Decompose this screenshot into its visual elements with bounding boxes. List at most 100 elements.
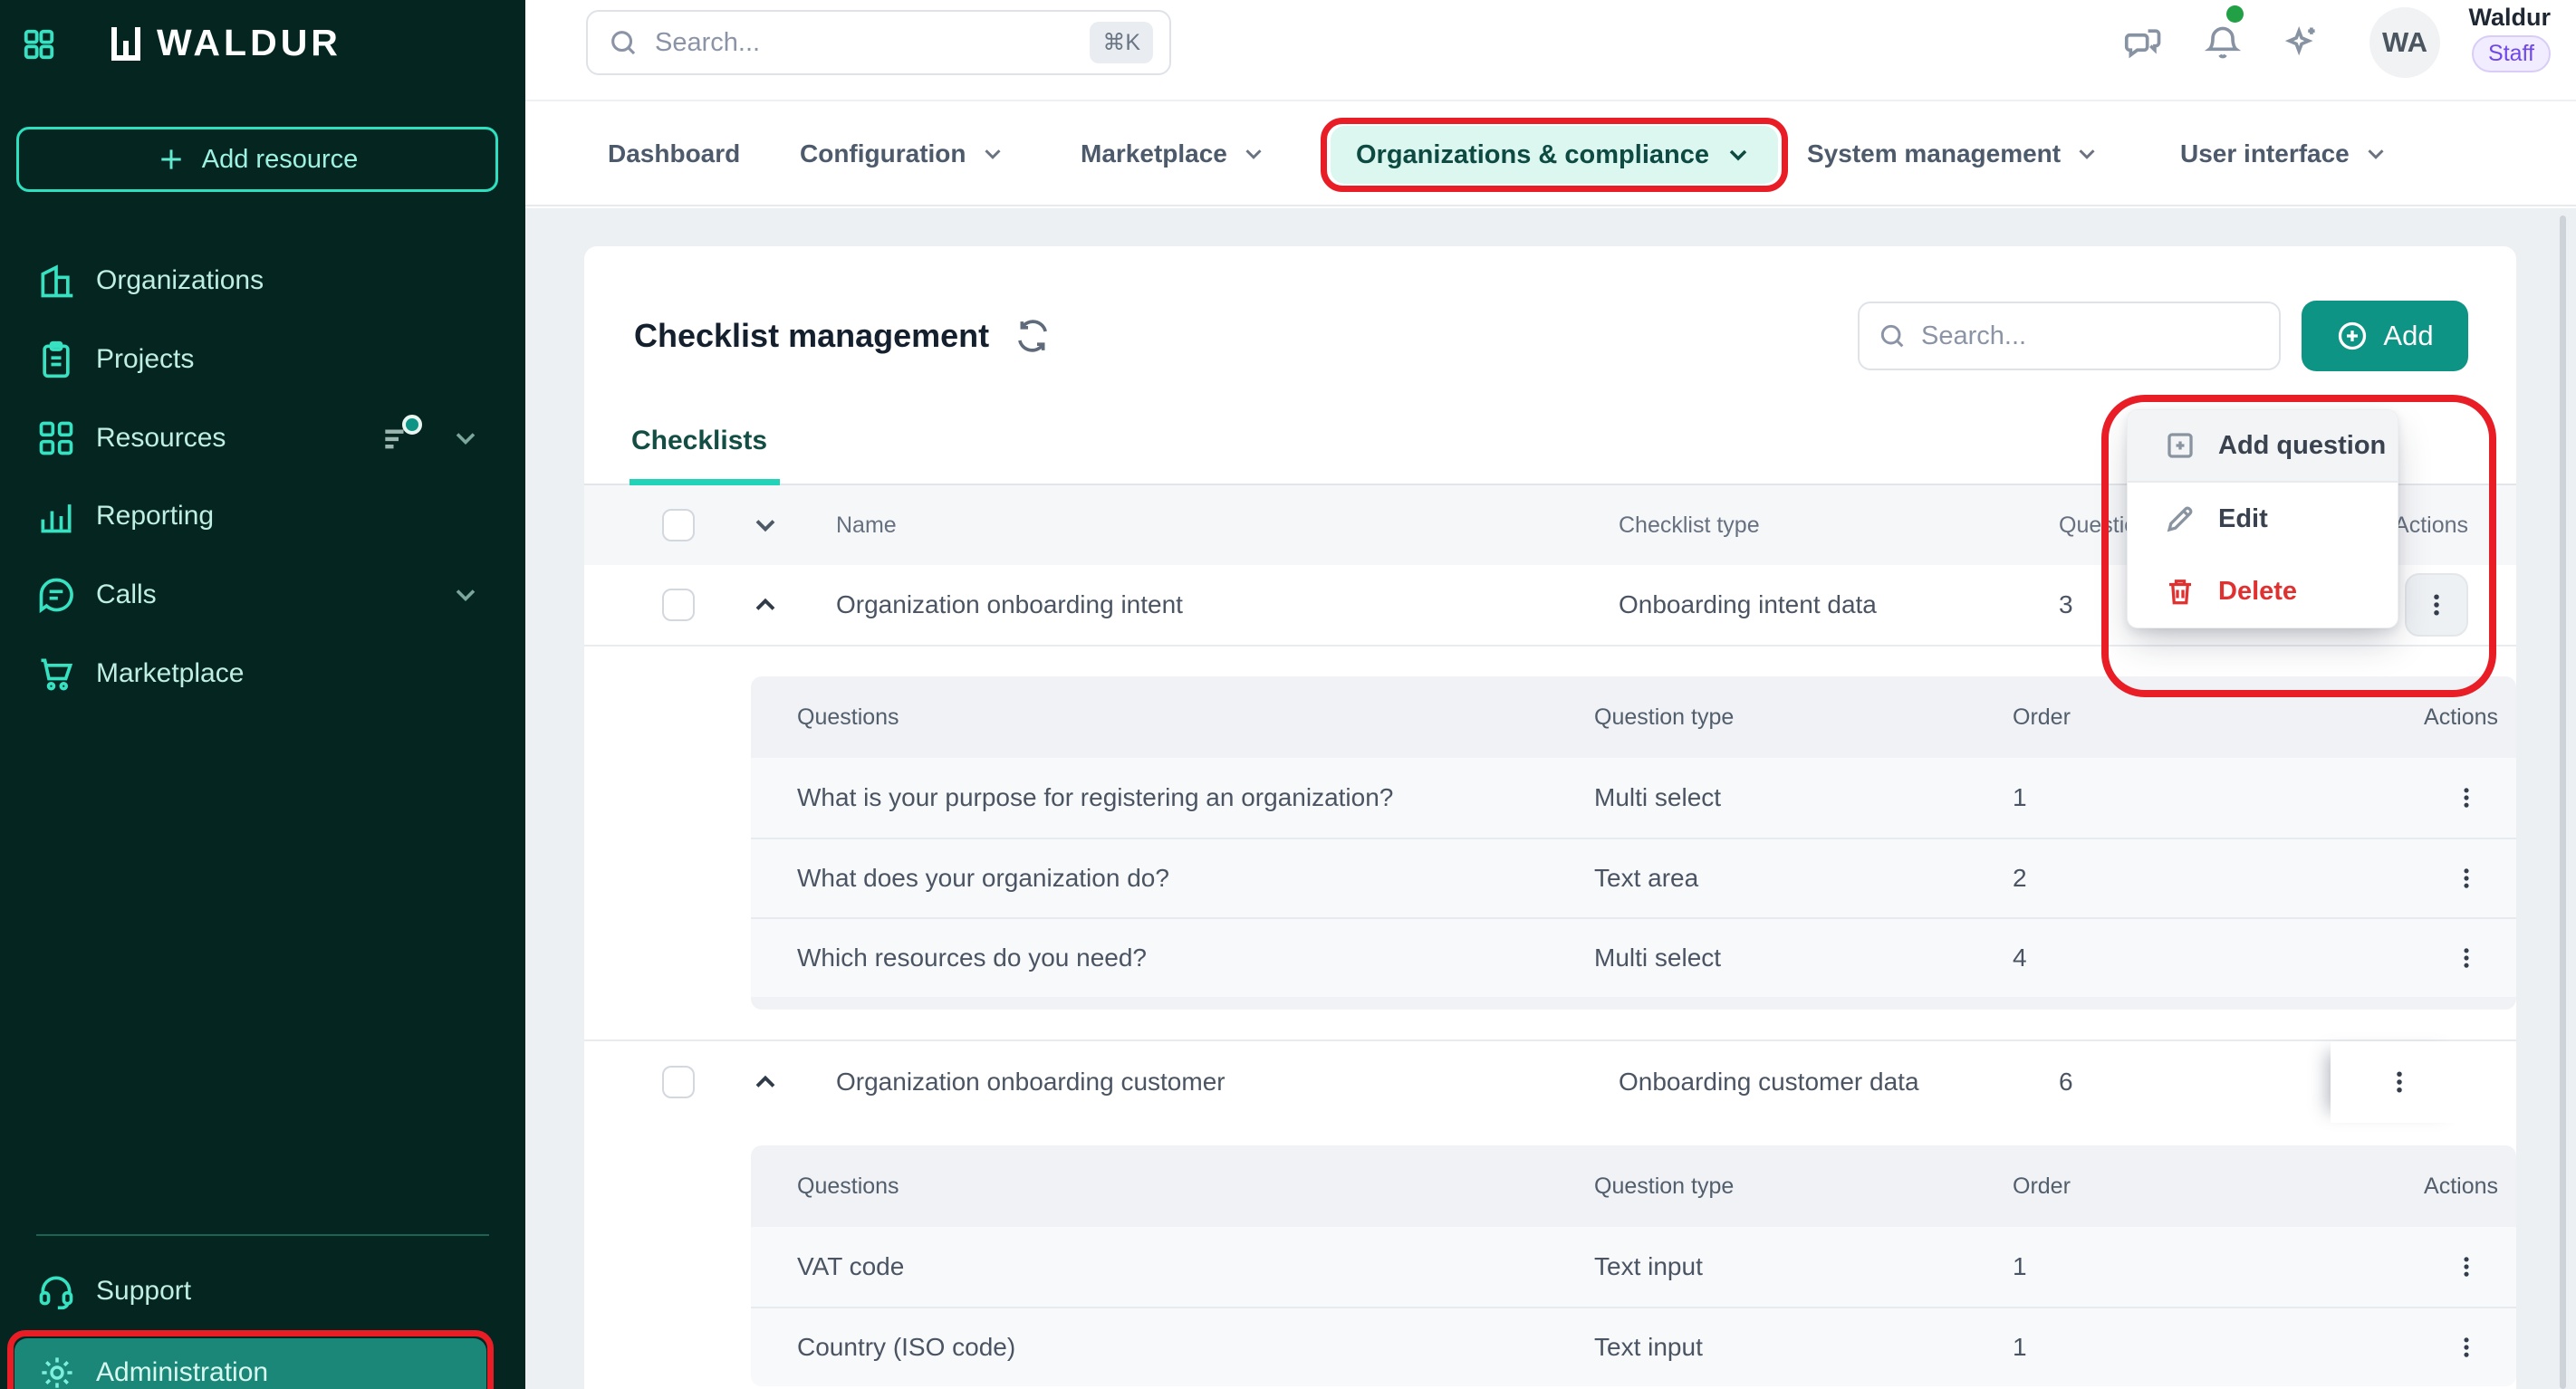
avatar[interactable]: WA — [2369, 7, 2440, 78]
menu-item-edit[interactable]: Edit — [2128, 483, 2398, 555]
column-questions: Questions — [797, 704, 1594, 731]
menu-item-add-question[interactable]: Add question — [2128, 410, 2398, 483]
chevron-up-icon[interactable] — [749, 1066, 782, 1098]
question-text: Country (ISO code) — [797, 1333, 1594, 1362]
sidebar-item-calls[interactable]: Calls — [0, 562, 525, 627]
waldur-logo[interactable]: WALDUR — [110, 22, 341, 64]
add-button[interactable]: Add — [2302, 301, 2468, 371]
sidebar-item-projects[interactable]: Projects — [0, 327, 525, 392]
subtable-header: Questions Question type Order Actions — [751, 1145, 2516, 1227]
global-search[interactable]: ⌘K — [586, 10, 1171, 75]
sidebar-item-marketplace[interactable]: Marketplace — [0, 641, 525, 706]
tab-marketplace[interactable]: Marketplace — [1081, 103, 1267, 205]
column-questions: Questions — [797, 1173, 1594, 1200]
tab-organizations-compliance[interactable]: Organizations & compliance — [1331, 126, 1778, 184]
sidebar-item-administration[interactable]: Administration — [14, 1338, 486, 1389]
sidebar-item-reporting[interactable]: Reporting — [0, 484, 525, 549]
clipboard-icon — [36, 340, 76, 379]
tab-configuration[interactable]: Configuration — [800, 103, 1006, 205]
question-type: Multi select — [1594, 783, 2013, 812]
question-row[interactable]: Which resources do you need? Multi selec… — [751, 917, 2516, 997]
refresh-icon[interactable] — [1014, 318, 1051, 354]
question-order: 1 — [2013, 1333, 2284, 1362]
pencil-icon — [2164, 503, 2196, 535]
row-actions-button[interactable] — [2368, 1050, 2431, 1114]
kebab-icon — [2386, 1068, 2413, 1096]
question-type: Text input — [1594, 1252, 2013, 1281]
chevron-down-icon — [1240, 140, 1267, 168]
row-actions-button[interactable] — [2405, 573, 2468, 637]
main-nav: Dashboard Configuration Marketplace Orga… — [525, 103, 2576, 206]
column-name: Name — [836, 512, 1619, 539]
table-row[interactable]: Organization onboarding customer Onboard… — [584, 1039, 2516, 1121]
question-actions-button[interactable] — [2435, 847, 2498, 910]
question-row[interactable]: VAT code Text input 1 — [751, 1227, 2516, 1307]
table-search[interactable] — [1858, 302, 2281, 370]
trash-icon — [2164, 575, 2196, 608]
row-checkbox[interactable] — [662, 1066, 695, 1098]
question-row[interactable]: What does your organization do? Text are… — [751, 838, 2516, 917]
filter-icon[interactable] — [379, 418, 418, 458]
question-row[interactable]: Country (ISO code) Text input 1 — [751, 1307, 2516, 1386]
chevron-down-icon[interactable] — [749, 509, 782, 541]
question-actions-button[interactable] — [2435, 926, 2498, 990]
questions-subtable: Questions Question type Order Actions VA… — [751, 1145, 2516, 1386]
messages-icon[interactable] — [2124, 23, 2164, 62]
kebab-icon — [2454, 945, 2479, 971]
select-all-checkbox[interactable] — [662, 509, 695, 541]
add-resource-button[interactable]: Add resource — [16, 127, 498, 192]
kebab-icon — [2454, 785, 2479, 810]
tab-dashboard[interactable]: Dashboard — [608, 103, 740, 205]
sidebar-item-support[interactable]: Support — [0, 1259, 525, 1324]
column-question-type: Question type — [1594, 704, 2013, 731]
staff-badge: Staff — [2472, 35, 2551, 72]
tab-user-interface[interactable]: User interface — [2180, 103, 2389, 205]
sidebar-divider — [36, 1234, 489, 1236]
question-actions-button[interactable] — [2435, 1235, 2498, 1298]
question-actions-button[interactable] — [2435, 1316, 2498, 1379]
app-window: WALDUR Add resource Organizations Projec… — [0, 0, 2576, 1389]
column-actions: Actions — [2394, 512, 2468, 539]
search-icon — [1878, 321, 1907, 350]
menu-item-delete[interactable]: Delete — [2128, 555, 2398, 627]
sparkles-icon[interactable] — [2281, 23, 2321, 62]
tab-checklists[interactable]: Checklists — [631, 426, 771, 484]
checklist-name: Organization onboarding intent — [836, 590, 1619, 619]
notification-dot — [2226, 5, 2244, 23]
chevron-down-icon[interactable] — [449, 422, 482, 455]
user-info[interactable]: Waldur Staff — [2469, 4, 2552, 72]
chevron-up-icon[interactable] — [749, 589, 782, 621]
question-text: Which resources do you need? — [797, 944, 1594, 972]
waldur-logo-mark-icon — [110, 25, 142, 62]
sidebar-item-organizations[interactable]: Organizations — [0, 248, 525, 313]
plus-square-icon — [2164, 429, 2196, 462]
bell-icon[interactable] — [2203, 23, 2243, 62]
question-text: VAT code — [797, 1252, 1594, 1281]
question-order: 2 — [2013, 864, 2284, 893]
page-title: Checklist management — [634, 317, 989, 355]
question-actions-button[interactable] — [2435, 766, 2498, 829]
chevron-down-icon[interactable] — [449, 579, 482, 611]
gear-icon — [38, 1354, 76, 1389]
filter-active-dot — [402, 415, 422, 435]
column-order: Order — [2013, 704, 2284, 731]
chevron-down-icon — [1724, 140, 1753, 169]
sidebar-item-resources[interactable]: Resources — [0, 406, 525, 471]
kebab-icon — [2454, 866, 2479, 891]
plus-icon — [157, 145, 186, 174]
checklist-type: Onboarding customer data — [1619, 1068, 2059, 1097]
scrollbar[interactable] — [2560, 216, 2566, 1389]
global-search-input[interactable] — [655, 28, 1073, 58]
app-launcher-icon[interactable] — [22, 27, 56, 62]
column-actions: Actions — [2424, 1173, 2498, 1200]
column-actions: Actions — [2424, 704, 2498, 731]
question-row[interactable]: What is your purpose for registering an … — [751, 758, 2516, 838]
questions-count: 6 — [2059, 1068, 2331, 1097]
table-search-input[interactable] — [1921, 321, 2261, 351]
tab-system-management[interactable]: System management — [1807, 103, 2100, 205]
question-order: 1 — [2013, 783, 2284, 812]
sidebar: WALDUR Add resource Organizations Projec… — [0, 0, 525, 1389]
search-icon — [608, 27, 639, 58]
cart-icon — [36, 654, 76, 694]
row-checkbox[interactable] — [662, 589, 695, 621]
